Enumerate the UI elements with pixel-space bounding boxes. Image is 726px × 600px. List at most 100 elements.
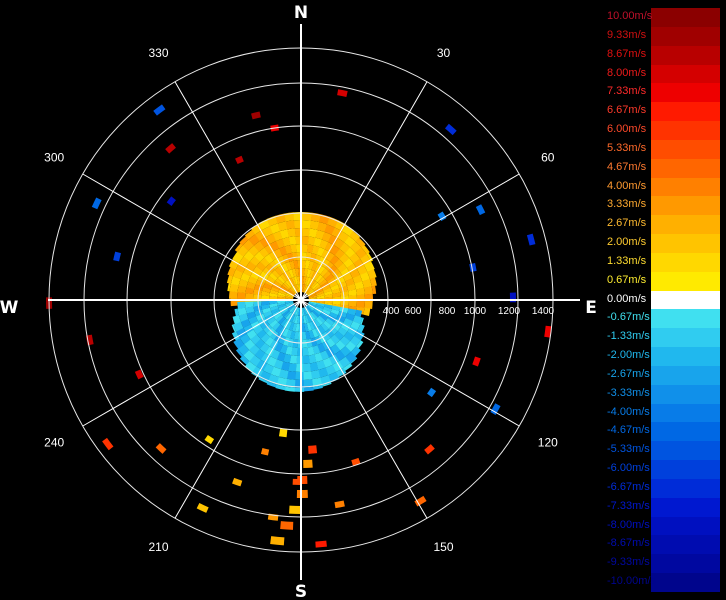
legend-swatch <box>651 422 720 442</box>
echo-gate <box>297 475 308 484</box>
echo-gate <box>308 445 318 454</box>
echo-gate <box>303 459 313 468</box>
south-label: S <box>295 582 307 600</box>
legend-item: 8.00m/s <box>604 64 726 84</box>
legend-item: 4.67m/s <box>604 158 726 179</box>
legend-swatch <box>651 554 720 574</box>
echo-gate <box>153 104 166 116</box>
legend-swatch <box>651 573 720 593</box>
legend-label: 7.33m/s <box>607 85 647 98</box>
legend-swatch <box>651 403 720 423</box>
azimuth-label: 30 <box>437 46 451 60</box>
cool-echo-cell <box>303 371 313 380</box>
cool-echo-cell <box>303 363 312 372</box>
warm-echo-cell <box>301 236 310 245</box>
legend-item: 6.00m/s <box>604 121 726 141</box>
warm-echo-cell <box>237 291 246 300</box>
echo-gate <box>444 123 457 136</box>
azimuth-spoke <box>300 299 428 519</box>
legend-swatch <box>651 252 720 273</box>
legend-label: -10.00m/s <box>607 575 656 588</box>
range-label: 600 <box>405 306 422 317</box>
echo-gate <box>165 143 176 154</box>
echo-gate <box>232 477 243 487</box>
echo-gate <box>113 251 122 262</box>
legend-item: 1.33m/s <box>604 252 726 273</box>
echo-gate <box>204 434 215 445</box>
legend-swatch <box>651 139 720 160</box>
cool-echo-cell <box>296 347 303 356</box>
legend-label: -8.00m/s <box>607 518 650 531</box>
azimuth-label: 120 <box>538 436 558 450</box>
legend-item: 0.67m/s <box>604 271 726 292</box>
legend-item: 10.00m/s <box>604 8 726 28</box>
range-label: 400 <box>383 306 400 317</box>
legend-swatch <box>651 234 720 254</box>
legend-swatch <box>651 497 720 518</box>
warm-echo-cell <box>364 301 373 309</box>
warm-echo-cell <box>356 300 365 309</box>
cool-echo-cell <box>245 301 254 308</box>
legend-label: 4.00m/s <box>607 179 647 192</box>
legend-label: 6.00m/s <box>607 123 647 136</box>
legend-label: 8.00m/s <box>607 66 647 79</box>
legend-label: -4.00m/s <box>607 405 650 418</box>
echo-gate <box>334 500 345 509</box>
azimuth-label: 330 <box>148 46 168 60</box>
echo-gate <box>260 448 270 456</box>
warm-echo-cell <box>229 290 238 299</box>
echo-gate <box>315 540 327 548</box>
legend-swatch <box>651 478 720 499</box>
legend-label: -4.67m/s <box>607 424 650 437</box>
echo-gate <box>526 233 536 246</box>
echo-gate <box>155 443 167 454</box>
legend-item: -3.33m/s <box>604 384 726 405</box>
legend-item: -1.33m/s <box>604 328 726 348</box>
legend-swatch <box>651 121 720 141</box>
echo-gate <box>235 155 244 165</box>
legend-swatch <box>651 516 720 536</box>
legend-item: -6.00m/s <box>604 460 726 480</box>
cool-echo-cell <box>295 371 304 380</box>
echo-gate <box>490 403 501 416</box>
cool-echo-cell <box>237 301 246 309</box>
legend-label: -7.33m/s <box>607 499 650 512</box>
legend-label: -2.67m/s <box>607 367 650 380</box>
legend-label: -6.00m/s <box>607 462 650 475</box>
legend-swatch <box>651 347 720 367</box>
legend-label: -9.33m/s <box>607 556 650 569</box>
legend-label: 5.33m/s <box>607 141 647 154</box>
echo-gate <box>296 489 308 498</box>
legend-item: -8.67m/s <box>604 535 726 555</box>
legend-swatch <box>651 365 720 386</box>
north-label: N <box>294 3 308 23</box>
legend-swatch <box>651 64 720 84</box>
west-label: W <box>0 298 19 318</box>
legend-label: -2.00m/s <box>607 349 650 362</box>
legend-item: 2.00m/s <box>604 234 726 254</box>
center-marker-icon <box>293 292 309 308</box>
legend-item: -4.67m/s <box>604 422 726 442</box>
legend-swatch <box>651 83 720 103</box>
echo-gate <box>251 111 261 120</box>
legend-item: 5.33m/s <box>604 139 726 160</box>
legend-label: -0.67m/s <box>607 311 650 324</box>
radar-plot: 400 600 800 1000 1200 1400 30 60 120 150 210 240 30… <box>0 3 597 600</box>
velocity-echoes <box>45 89 552 548</box>
echo-gate <box>278 428 288 438</box>
cool-echo-cell <box>302 347 309 356</box>
legend-swatch <box>651 309 720 329</box>
legend-label: -3.33m/s <box>607 386 650 399</box>
azimuth-label: 210 <box>148 540 168 554</box>
azimuth-label: 60 <box>541 151 555 165</box>
echo-gate <box>472 356 481 367</box>
echo-gate <box>280 521 294 530</box>
legend-item: -5.33m/s <box>604 441 726 461</box>
azimuth-label: 150 <box>433 540 453 554</box>
azimuth-label: 300 <box>44 151 64 165</box>
legend-swatch <box>651 196 720 216</box>
legend-label: 1.33m/s <box>607 254 647 267</box>
legend-label: -1.33m/s <box>607 330 650 343</box>
legend-swatch <box>651 384 720 405</box>
echo-gate <box>91 197 102 210</box>
